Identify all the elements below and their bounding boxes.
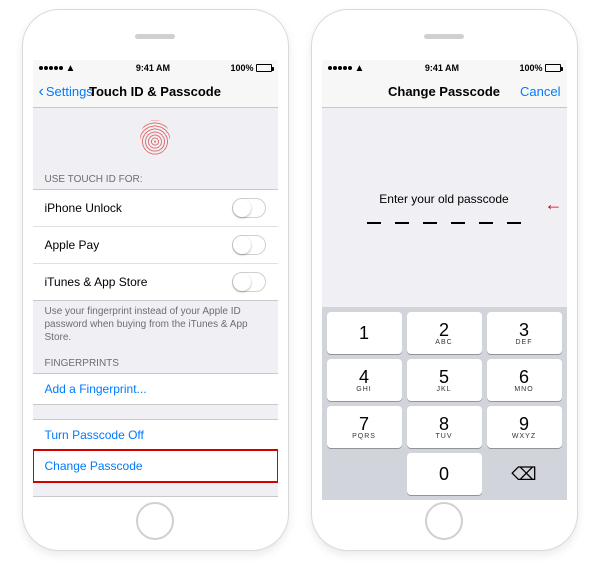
require-passcode-row[interactable]: Require Passcode Immediately ›	[33, 496, 278, 500]
change-passcode-row[interactable]: Change Passcode	[33, 450, 278, 482]
signal-dots-icon	[39, 66, 63, 70]
passcode-prompt: Enter your old passcode	[379, 192, 508, 206]
key-2[interactable]: 2ABC	[407, 312, 482, 354]
annotation-arrow-icon: ←	[545, 194, 563, 215]
row-iphone-unlock: iPhone Unlock	[33, 189, 278, 226]
key-8[interactable]: 8TUV	[407, 406, 482, 448]
numeric-keypad: 1 2ABC 3DEF 4GHI 5JKL 6MNO 7PQRS 8TUV 9W…	[322, 307, 567, 500]
back-label: Settings	[46, 84, 93, 99]
fingerprint-hero	[33, 108, 278, 168]
nav-bar: ‹ Settings Touch ID & Passcode	[33, 76, 278, 108]
row-apple-pay: Apple Pay	[33, 226, 278, 263]
row-label: iPhone Unlock	[45, 201, 232, 215]
key-0[interactable]: 0	[407, 453, 482, 495]
section-footer-use: Use your fingerprint instead of your App…	[33, 301, 278, 352]
key-5[interactable]: 5JKL	[407, 359, 482, 401]
passcode-prompt-area: Enter your old passcode ←	[322, 108, 567, 308]
fingerprints-group: Add a Fingerprint...	[33, 373, 278, 405]
battery-indicator: 100%	[230, 63, 271, 73]
wifi-icon: ▲	[355, 63, 365, 74]
key-blank	[327, 453, 402, 495]
section-header-fingerprints: FINGERPRINTS	[33, 352, 278, 373]
row-label: Apple Pay	[45, 238, 232, 252]
signal-dots-icon	[328, 66, 352, 70]
screen-touchid: ▲ 9:41 AM 100% ‹ Settings Touch ID & Pas…	[33, 60, 278, 500]
spacer	[33, 482, 278, 496]
status-bar: ▲ 9:41 AM 100%	[33, 60, 278, 76]
row-label: Turn Passcode Off	[45, 428, 266, 442]
key-9[interactable]: 9WXYZ	[487, 406, 562, 448]
add-fingerprint-row[interactable]: Add a Fingerprint...	[33, 373, 278, 405]
key-3[interactable]: 3DEF	[487, 312, 562, 354]
row-itunes-appstore: iTunes & App Store	[33, 263, 278, 301]
nav-bar: Change Passcode Cancel	[322, 76, 567, 108]
chevron-left-icon: ‹	[39, 83, 44, 101]
passcode-actions-group: Turn Passcode Off Change Passcode	[33, 419, 278, 482]
screen-change-passcode: ▲ 9:41 AM 100% Change Passcode Cancel En…	[322, 60, 567, 500]
toggle-iphone-unlock[interactable]	[232, 198, 266, 218]
back-button[interactable]: ‹ Settings	[39, 83, 93, 101]
toggle-apple-pay[interactable]	[232, 235, 266, 255]
turn-passcode-off-row[interactable]: Turn Passcode Off	[33, 419, 278, 450]
clock: 9:41 AM	[425, 63, 459, 73]
key-4[interactable]: 4GHI	[327, 359, 402, 401]
wifi-icon: ▲	[66, 63, 76, 74]
key-7[interactable]: 7PQRS	[327, 406, 402, 448]
cancel-button[interactable]: Cancel	[520, 84, 560, 99]
phone-left: ▲ 9:41 AM 100% ‹ Settings Touch ID & Pas…	[23, 10, 288, 550]
require-passcode-group: Require Passcode Immediately ›	[33, 496, 278, 500]
touchid-toggles-group: iPhone Unlock Apple Pay iTunes & App Sto…	[33, 189, 278, 301]
row-label: Add a Fingerprint...	[45, 382, 266, 396]
spacer	[33, 405, 278, 419]
phone-right: ▲ 9:41 AM 100% Change Passcode Cancel En…	[312, 10, 577, 550]
passcode-dashes	[367, 222, 521, 224]
key-1[interactable]: 1	[327, 312, 402, 354]
section-header-use: USE TOUCH ID FOR:	[33, 168, 278, 189]
row-label: Change Passcode	[45, 459, 266, 473]
status-bar: ▲ 9:41 AM 100%	[322, 60, 567, 76]
battery-indicator: 100%	[519, 63, 560, 73]
fingerprint-icon	[140, 120, 170, 156]
row-label: iTunes & App Store	[45, 275, 232, 289]
clock: 9:41 AM	[136, 63, 170, 73]
key-delete[interactable]: ⌫	[487, 453, 562, 495]
toggle-itunes-appstore[interactable]	[232, 272, 266, 292]
backspace-icon: ⌫	[511, 464, 536, 485]
key-6[interactable]: 6MNO	[487, 359, 562, 401]
